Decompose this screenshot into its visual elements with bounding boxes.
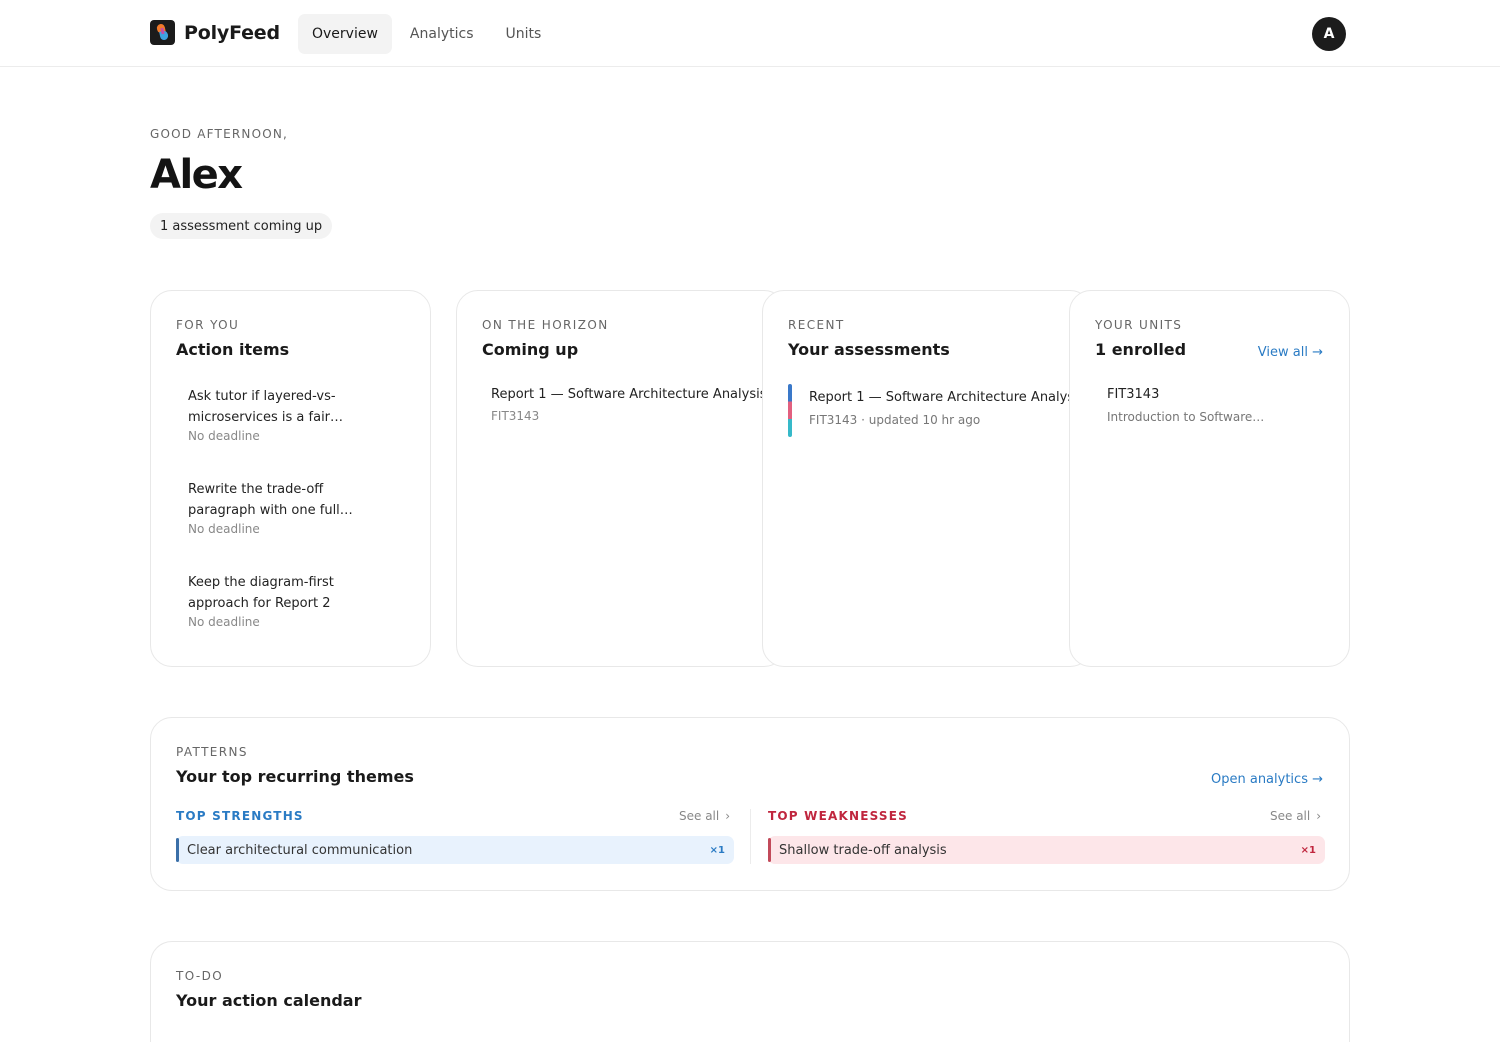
unit-name: Introduction to Software… xyxy=(1107,410,1265,424)
chevron-right-icon: › xyxy=(1316,809,1322,823)
card-eyebrow: TO-DO xyxy=(176,969,224,983)
action-item[interactable]: Ask tutor if layered-vs-microservices is… xyxy=(188,386,368,443)
action-item-text: Rewrite the trade-off paragraph with one… xyxy=(188,482,353,518)
action-item[interactable]: Keep the diagram-first approach for Repo… xyxy=(188,572,368,629)
strengths-see-all-button[interactable]: See all › xyxy=(679,809,730,823)
tab-overview[interactable]: Overview xyxy=(298,14,392,54)
upcoming-assessments-pill: 1 assessment coming up xyxy=(150,213,333,239)
upcoming-item[interactable]: Report 1 — Software Architecture Analysi… xyxy=(491,387,766,423)
action-item[interactable]: Rewrite the trade-off paragraph with one… xyxy=(188,479,368,536)
theme-count: ×1 xyxy=(1300,844,1316,856)
action-items-card: FOR YOU Action items Ask tutor if layere… xyxy=(150,290,431,667)
user-avatar[interactable]: A xyxy=(1312,17,1346,51)
polyfeed-logo-icon xyxy=(150,20,175,45)
top-weaknesses-heading: TOP WEAKNESSES xyxy=(768,809,909,823)
weaknesses-see-all-button[interactable]: See all › xyxy=(1270,809,1321,823)
card-title: Action items xyxy=(176,340,290,359)
open-analytics-link[interactable]: Open analytics → xyxy=(1211,772,1323,787)
theme-text: Clear architectural communication xyxy=(187,842,413,858)
top-bar: PolyFeed Overview Analytics Units A xyxy=(0,0,1500,67)
assessment-item[interactable]: Report 1 — Software Architecture Analysi… xyxy=(788,384,1084,437)
action-item-deadline: No deadline xyxy=(188,522,260,536)
action-calendar-card: TO-DO Your action calendar xyxy=(150,941,1350,1042)
your-units-card: YOUR UNITS 1 enrolled View all → FIT3143… xyxy=(1069,290,1350,667)
see-all-label: See all xyxy=(1270,809,1311,823)
unit-code: FIT3143 xyxy=(1107,387,1160,402)
card-eyebrow: PATTERNS xyxy=(176,745,248,759)
card-eyebrow: YOUR UNITS xyxy=(1095,318,1183,332)
upcoming-item-unit: FIT3143 xyxy=(491,409,540,423)
theme-count: ×1 xyxy=(709,844,725,856)
unit-item[interactable]: FIT3143 Introduction to Software… xyxy=(1107,387,1264,424)
assessment-color-bar xyxy=(788,384,792,437)
action-item-deadline: No deadline xyxy=(188,615,260,629)
see-all-label: See all xyxy=(679,809,720,823)
assessment-meta: FIT3143 · updated 10 hr ago xyxy=(809,413,981,427)
upcoming-item-title: Report 1 — Software Architecture Analysi… xyxy=(491,387,767,402)
card-title: Your action calendar xyxy=(176,991,362,1010)
card-title: Coming up xyxy=(482,340,579,359)
tab-units[interactable]: Units xyxy=(492,14,556,54)
action-item-text: Ask tutor if layered-vs-microservices is… xyxy=(188,389,344,425)
top-strengths-heading: TOP STRENGTHS xyxy=(176,809,304,823)
your-assessments-card: RECENT Your assessments Report 1 — Softw… xyxy=(762,290,1092,667)
main-nav: Overview Analytics Units xyxy=(298,14,555,54)
card-eyebrow: RECENT xyxy=(788,318,845,332)
coming-up-card: ON THE HORIZON Coming up Report 1 — Soft… xyxy=(456,290,786,667)
tab-analytics[interactable]: Analytics xyxy=(396,14,488,54)
section-divider xyxy=(750,809,751,864)
weakness-theme[interactable]: Shallow trade-off analysis ×1 xyxy=(768,836,1325,864)
card-title: Your top recurring themes xyxy=(176,767,414,786)
chevron-right-icon: › xyxy=(725,809,731,823)
assessment-title: Report 1 — Software Architecture Analysi… xyxy=(809,390,1085,405)
card-eyebrow: FOR YOU xyxy=(176,318,240,332)
theme-text: Shallow trade-off analysis xyxy=(779,842,947,858)
view-all-units-link[interactable]: View all → xyxy=(1258,345,1323,360)
patterns-card: PATTERNS Your top recurring themes Open … xyxy=(150,717,1350,891)
strength-theme[interactable]: Clear architectural communication ×1 xyxy=(176,836,734,864)
action-item-deadline: No deadline xyxy=(188,429,260,443)
action-item-text: Keep the diagram-first approach for Repo… xyxy=(188,575,334,611)
brand[interactable]: PolyFeed xyxy=(150,20,280,45)
greeting-name: Alex xyxy=(150,152,243,198)
greeting-eyebrow: GOOD AFTERNOON, xyxy=(150,127,289,141)
card-eyebrow: ON THE HORIZON xyxy=(482,318,609,332)
brand-name: PolyFeed xyxy=(184,21,280,44)
card-title: Your assessments xyxy=(788,340,950,359)
